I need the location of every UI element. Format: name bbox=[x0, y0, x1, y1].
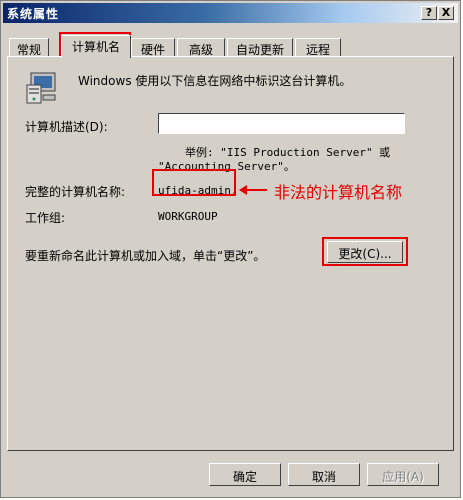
tab-general[interactable]: 常规 bbox=[9, 38, 49, 57]
computer-icon bbox=[25, 71, 59, 105]
full-name-label: 完整的计算机名称: bbox=[25, 185, 126, 199]
tab-hardware[interactable]: 硬件 bbox=[131, 38, 175, 57]
example-line-2: "Accounting Server"。 bbox=[158, 160, 295, 173]
tab-advanced[interactable]: 高级 bbox=[177, 38, 225, 57]
system-properties-window: 系统属性 ? X 常规 计算机名 硬件 高级 自动更新 远程 Windows 使… bbox=[0, 0, 461, 498]
computer-name-panel: Windows 使用以下信息在网络中标识这台计算机。 计算机描述(D): 举例:… bbox=[7, 56, 454, 451]
intro-text: Windows 使用以下信息在网络中标识这台计算机。 bbox=[78, 74, 352, 88]
workgroup-value: WORKGROUP bbox=[158, 210, 218, 223]
invalid-name-annotation: 非法的计算机名称 bbox=[274, 183, 403, 202]
description-label: 计算机描述(D): bbox=[25, 120, 108, 134]
computer-description-input[interactable] bbox=[158, 113, 405, 134]
ok-button[interactable]: 确定 bbox=[209, 463, 281, 486]
annotation-arrow-icon bbox=[239, 185, 267, 195]
apply-button[interactable]: 应用(A) bbox=[367, 463, 439, 486]
change-button[interactable]: 更改(C)... bbox=[327, 241, 403, 263]
tab-remote[interactable]: 远程 bbox=[295, 38, 341, 57]
rename-instruction: 要重新命名此计算机或加入域，单击“更改”。 bbox=[25, 249, 266, 263]
full-name-value: ufida-admin. bbox=[158, 184, 238, 197]
close-button[interactable]: X bbox=[438, 6, 454, 20]
workgroup-label: 工作组: bbox=[25, 211, 66, 225]
tab-auto-update[interactable]: 自动更新 bbox=[227, 38, 293, 57]
tab-strip: 常规 计算机名 硬件 高级 自动更新 远程 bbox=[7, 35, 452, 58]
help-button[interactable]: ? bbox=[421, 6, 437, 20]
tab-computer-name[interactable]: 计算机名 bbox=[61, 35, 131, 58]
title-bar[interactable]: 系统属性 ? X bbox=[3, 3, 458, 23]
window-title: 系统属性 bbox=[7, 7, 60, 21]
cancel-button[interactable]: 取消 bbox=[288, 463, 360, 486]
